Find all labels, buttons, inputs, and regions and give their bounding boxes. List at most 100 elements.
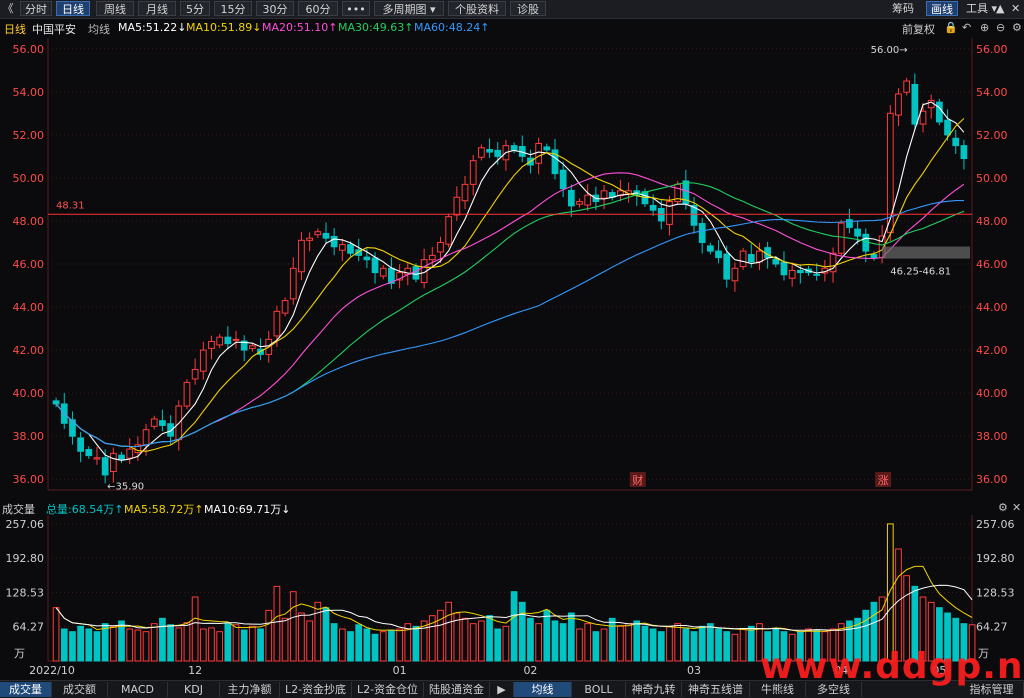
tab-l2-bottom[interactable]: L2-资金抄底 — [280, 682, 352, 697]
y-tick-label-right: 44.00 — [976, 301, 1008, 314]
candle-body — [870, 254, 878, 259]
vol-unit-left: 万 — [14, 647, 25, 660]
candle-body — [371, 257, 379, 274]
candle-body — [478, 147, 485, 158]
tab-5min[interactable]: 5分 — [180, 1, 210, 16]
volume-bar — [134, 629, 142, 662]
high-label: 56.00→ — [871, 45, 908, 56]
candle-body — [159, 420, 166, 426]
volume-settings-icon[interactable]: ⚙ — [998, 501, 1008, 514]
volume-bar — [559, 623, 567, 662]
tab-minute[interactable]: 分时 — [20, 1, 52, 16]
tab-l2-position[interactable]: L2-资金仓位 — [352, 682, 424, 697]
tab-scroll-right[interactable]: ▶ — [490, 682, 514, 697]
tab-boll[interactable]: BOLL — [572, 682, 626, 697]
zoom-in-icon[interactable]: ⊕ — [980, 21, 989, 34]
tab-monthly[interactable]: 月线 — [138, 1, 176, 16]
candle-body — [510, 145, 518, 151]
volume-bar — [617, 625, 624, 662]
candle-body — [167, 423, 174, 437]
volume-bar — [101, 623, 109, 662]
ma60-line — [55, 200, 964, 448]
vol-tick-right: 128.53 — [976, 586, 1015, 599]
multi-period-dropdown[interactable]: 多周期图 ▾ — [374, 1, 444, 16]
zoom-out-icon[interactable]: ⊖ — [996, 21, 1005, 34]
y-tick-label-left: 48.00 — [13, 215, 45, 228]
y-tick-label-left: 50.00 — [13, 172, 45, 185]
tab-macd[interactable]: MACD — [108, 682, 168, 697]
candle-body — [249, 345, 256, 349]
candle-body — [224, 336, 232, 345]
candle-body — [780, 261, 788, 276]
candle-body — [772, 258, 780, 265]
ma20-value: MA20:51.10↑ — [262, 21, 338, 34]
candle-body — [126, 448, 134, 459]
lock-icon[interactable]: 🔒 — [944, 21, 958, 34]
collapse-icon[interactable]: ▲ — [996, 1, 1004, 16]
tab-60min[interactable]: 60分 — [298, 1, 338, 16]
tab-magic-five[interactable]: 神奇五线谱 — [682, 682, 750, 697]
volume-bar — [649, 628, 657, 662]
stock-profile-button[interactable]: 个股资料 — [448, 1, 506, 16]
tab-weekly[interactable]: 周线 — [96, 1, 134, 16]
back-button[interactable]: 《 — [0, 1, 16, 16]
volume-bar — [886, 523, 894, 662]
tab-kdj[interactable]: KDJ — [168, 682, 220, 697]
settings-icon[interactable]: ⚙ — [1012, 21, 1022, 34]
volume-bar — [379, 631, 387, 662]
candle-body — [837, 222, 845, 254]
volume-bar — [52, 607, 60, 662]
volume-bar — [330, 623, 338, 662]
undo-icon[interactable]: ↶ — [962, 21, 971, 34]
volume-bar — [371, 633, 379, 662]
diagnose-button[interactable]: 诊股 — [510, 1, 546, 16]
volume-bar — [478, 620, 485, 662]
tab-30min[interactable]: 30分 — [256, 1, 294, 16]
volume-bar — [690, 631, 698, 662]
adjust-dropdown[interactable]: 前复权 — [902, 21, 935, 37]
candle-body — [199, 349, 207, 372]
volume-bar — [518, 601, 526, 662]
candle-body — [183, 381, 191, 407]
chips-button[interactable]: 筹码 — [892, 1, 914, 16]
candle-body — [461, 183, 469, 202]
y-tick-label-right: 40.00 — [976, 387, 1008, 400]
volume-bar — [396, 628, 403, 662]
volume-bar — [109, 625, 117, 662]
y-tick-label-left: 44.00 — [13, 301, 45, 314]
volume-close-icon[interactable]: ✕ — [1012, 501, 1021, 514]
candle-body — [412, 266, 420, 280]
ma10-line — [55, 118, 965, 452]
tab-northbound[interactable]: 陆股通资金 — [424, 682, 490, 697]
tab-turnover[interactable]: 成交额 — [52, 682, 108, 697]
tab-main-net[interactable]: 主力净额 — [220, 682, 280, 697]
tools-menu[interactable]: 工具 ▾ — [966, 1, 997, 16]
tab-15min[interactable]: 15分 — [214, 1, 252, 16]
ma-menu[interactable]: 均线 — [88, 21, 110, 37]
volume-bar — [592, 631, 600, 662]
draw-line-button[interactable]: 画线 — [926, 1, 958, 16]
more-periods-button[interactable]: ••• — [342, 1, 370, 16]
period-toolbar: 《 分时 日线 周线 月线 5分 15分 30分 60分 ••• 多周期图 ▾ … — [0, 0, 1024, 19]
volume-bar — [461, 617, 469, 662]
volume-bar — [510, 591, 518, 662]
candlestick-chart[interactable]: 56.00 56.00 54.00 54.00 52.00 52.00 50.00 50.00… — [0, 38, 1024, 498]
tab-magic-nine[interactable]: 神奇九转 — [626, 682, 682, 697]
x-tick-label: 02 — [523, 664, 537, 677]
candle-body — [281, 300, 289, 314]
volume-bar — [625, 623, 632, 662]
y-tick-label-right: 54.00 — [976, 86, 1008, 99]
tab-daily[interactable]: 日线 — [56, 1, 90, 16]
candle-body — [428, 254, 436, 261]
volume-bar — [584, 623, 592, 662]
candle-body — [543, 146, 551, 151]
candle-body — [796, 269, 804, 274]
tab-volume[interactable]: 成交量 — [0, 682, 52, 697]
volume-bar — [240, 629, 248, 662]
ma10-value: MA10:51.89↓ — [186, 21, 262, 34]
candle-body — [936, 101, 943, 123]
close-icon[interactable]: ✕ — [1011, 1, 1020, 16]
tab-ma[interactable]: 均线 — [514, 682, 572, 697]
gap-label: 46.25-46.81 — [890, 266, 951, 277]
candle-body — [314, 231, 322, 236]
